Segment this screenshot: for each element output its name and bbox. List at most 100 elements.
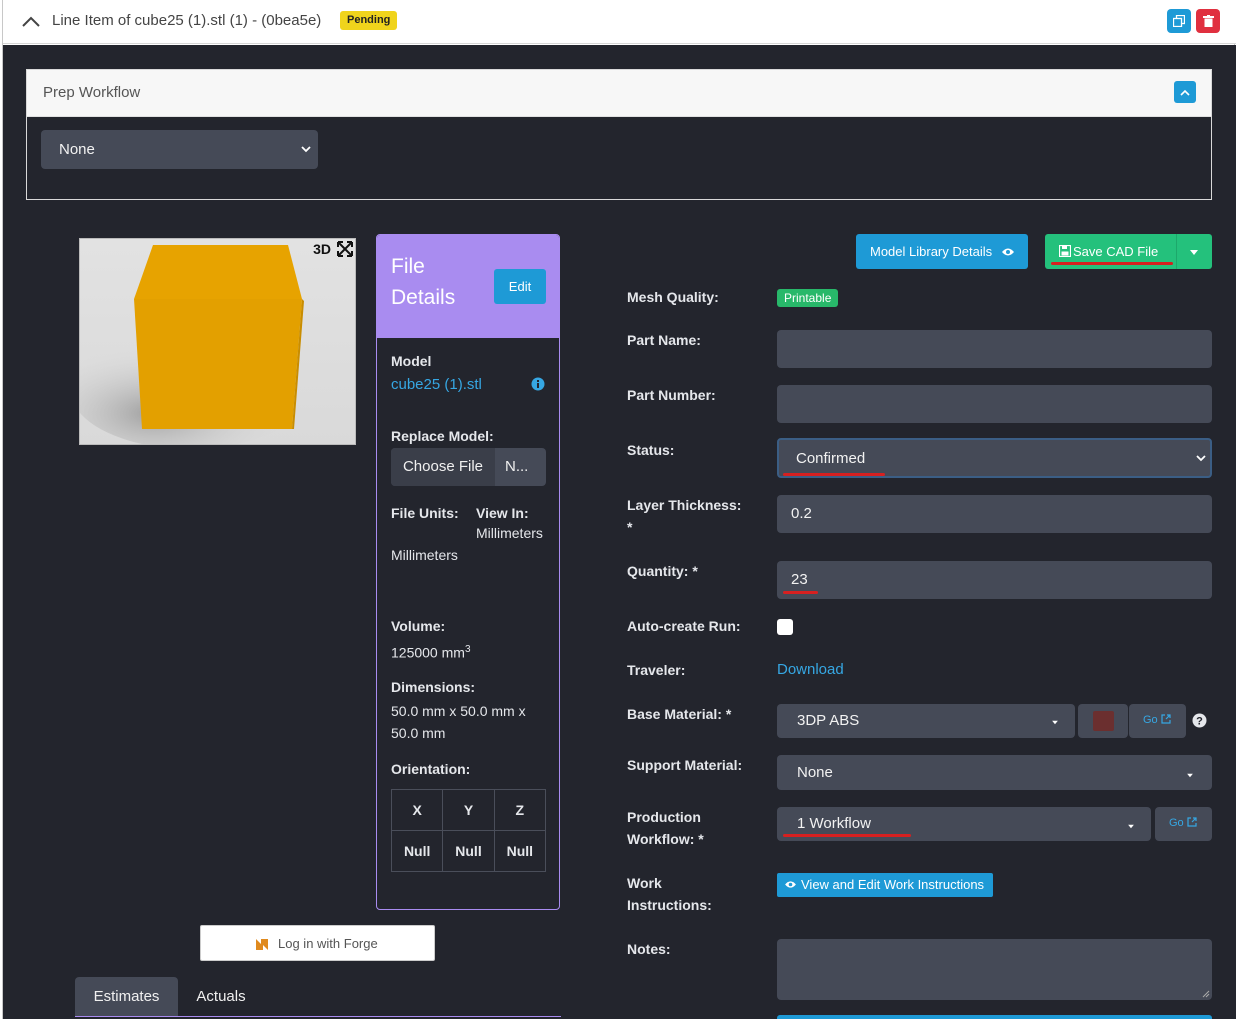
layer-thickness-label: Layer Thickness: [627,497,742,513]
orientation-table: X Y Z Null Null Null [390,789,547,872]
status-selected: Confirmed [796,450,866,467]
eye-icon [785,881,796,888]
part-name-label: Part Name: [627,332,701,348]
forge-login-label: Log in with Forge [278,936,378,951]
line-item-title: Line Item of cube25 (1).stl (1) - (0bea5… [52,12,322,29]
layer-thickness-value: 0.2 [791,505,812,522]
line-item-header: Line Item of cube25 (1).stl (1) - (0bea5… [3,0,1236,44]
status-select[interactable]: Confirmed [777,438,1212,478]
svg-text:?: ? [1196,716,1203,728]
production-workflow-label-line1: Production [627,809,701,825]
prep-workflow-header: Prep Workflow [27,70,1211,117]
chevron-down-icon [301,146,311,153]
view-3d-badge[interactable]: 3D [313,241,331,257]
auto-create-run-label: Auto-create Run: [627,618,741,634]
caret-down-icon[interactable] [1189,249,1199,256]
annotation-underline [783,591,818,594]
save-icon [1059,245,1071,257]
part-name-input[interactable] [777,330,1212,368]
external-link-icon [1161,714,1171,724]
auto-create-run-checkbox[interactable] [777,619,793,635]
file-details-title: File Details [391,255,456,309]
chevron-up-icon[interactable] [21,13,41,29]
prep-workflow-selected: None [59,141,95,158]
eye-icon [1002,248,1014,256]
tab-estimates[interactable]: Estimates [75,977,178,1017]
file-details-header: File Details Edit [377,235,559,338]
next-section-edge [777,1015,1212,1019]
file-units-value: Millimeters [391,547,458,563]
expand-icon[interactable] [337,241,353,257]
quantity-input[interactable]: 23 [777,561,1212,599]
volume-number: 125000 mm [391,644,465,661]
layer-thickness-required: * [627,519,633,535]
resize-handle-icon[interactable] [1202,990,1210,998]
orientation-header-y: Y [442,789,495,831]
model-file-link[interactable]: cube25 (1).stl [391,374,482,396]
orientation-value-z: Null [493,830,547,872]
file-units-label: File Units: [391,505,459,521]
dimensions-value: 50.0 mm x 50.0 mm x 50.0 mm [391,703,526,741]
tab-actuals[interactable]: Actuals [181,977,261,1017]
choose-file-button[interactable]: Choose File [391,448,495,486]
orientation-value-y: Null [442,830,495,872]
part-number-label: Part Number: [627,387,716,403]
info-icon[interactable] [531,377,545,391]
line-item-body: Prep Workflow None 3D File Details Edit … [3,45,1236,1019]
prep-workflow-select[interactable]: None [41,130,318,169]
save-cad-file-label: Save CAD File [1073,244,1159,259]
model-3d-preview[interactable]: 3D [79,238,356,445]
file-details-card: File Details Edit Model cube25 (1).stl R… [376,234,560,910]
quantity-value: 23 [791,571,808,588]
copy-button[interactable] [1167,9,1191,33]
go-label: Go [1169,817,1184,829]
model-label: Model [391,353,432,369]
replace-model-file-input[interactable]: Choose File N... [391,448,546,486]
notes-label: Notes: [627,941,671,957]
chosen-file-name: N... [505,458,529,475]
go-label: Go [1143,714,1158,726]
base-material-go-button[interactable]: Go [1129,704,1186,738]
volume-value: 125000 mm3 [391,639,471,664]
notes-textarea[interactable] [777,939,1212,1000]
work-instructions-label-line2: Instructions: [627,897,712,913]
support-material-select[interactable]: None [777,755,1212,790]
status-label: Status: [627,442,675,458]
base-material-selected: 3DP ABS [797,712,860,729]
base-material-color-swatch[interactable] [1078,704,1128,738]
replace-model-label: Replace Model: [391,428,494,444]
layer-thickness-input[interactable]: 0.2 [777,495,1212,533]
orientation-header-z: Z [493,789,547,831]
forge-login-button[interactable]: Log in with Forge [200,925,435,961]
caret-down-icon [1128,824,1134,829]
caret-down-icon [1052,720,1058,725]
traveler-download-link[interactable]: Download [777,659,844,681]
quantity-label: Quantity: * [627,563,698,579]
prep-workflow-collapse-button[interactable] [1174,81,1196,103]
mesh-quality-label: Mesh Quality: [627,289,719,305]
work-instructions-label-line1: Work [627,875,662,891]
edit-button[interactable]: Edit [494,269,546,304]
production-workflow-go-button[interactable]: Go [1155,807,1212,841]
material-color [1093,711,1114,731]
help-icon[interactable]: ? [1192,713,1207,728]
part-number-input[interactable] [777,385,1212,423]
delete-button[interactable] [1196,9,1220,33]
chevron-up-icon [1180,89,1190,96]
model-library-details-button[interactable]: Model Library Details [856,234,1028,269]
work-instructions-button-label: View and Edit Work Instructions [801,877,985,892]
mesh-quality-badge: Printable [777,289,839,307]
annotation-underline [783,473,885,476]
base-material-label: Base Material: * [627,706,732,722]
production-workflow-label-line2: Workflow: * [627,831,704,847]
view-in-value: Millimeters [476,525,543,541]
split-divider [1176,234,1177,269]
base-material-select[interactable]: 3DP ABS [777,704,1075,738]
view-edit-work-instructions-button[interactable]: View and Edit Work Instructions [777,873,993,897]
annotation-underline [783,834,911,837]
support-material-selected: None [797,764,833,781]
caret-down-icon [1187,773,1193,778]
production-workflow-selected: 1 Workflow [797,815,871,832]
model-library-details-label: Model Library Details [870,244,993,259]
prep-workflow-panel: Prep Workflow None [26,69,1212,200]
